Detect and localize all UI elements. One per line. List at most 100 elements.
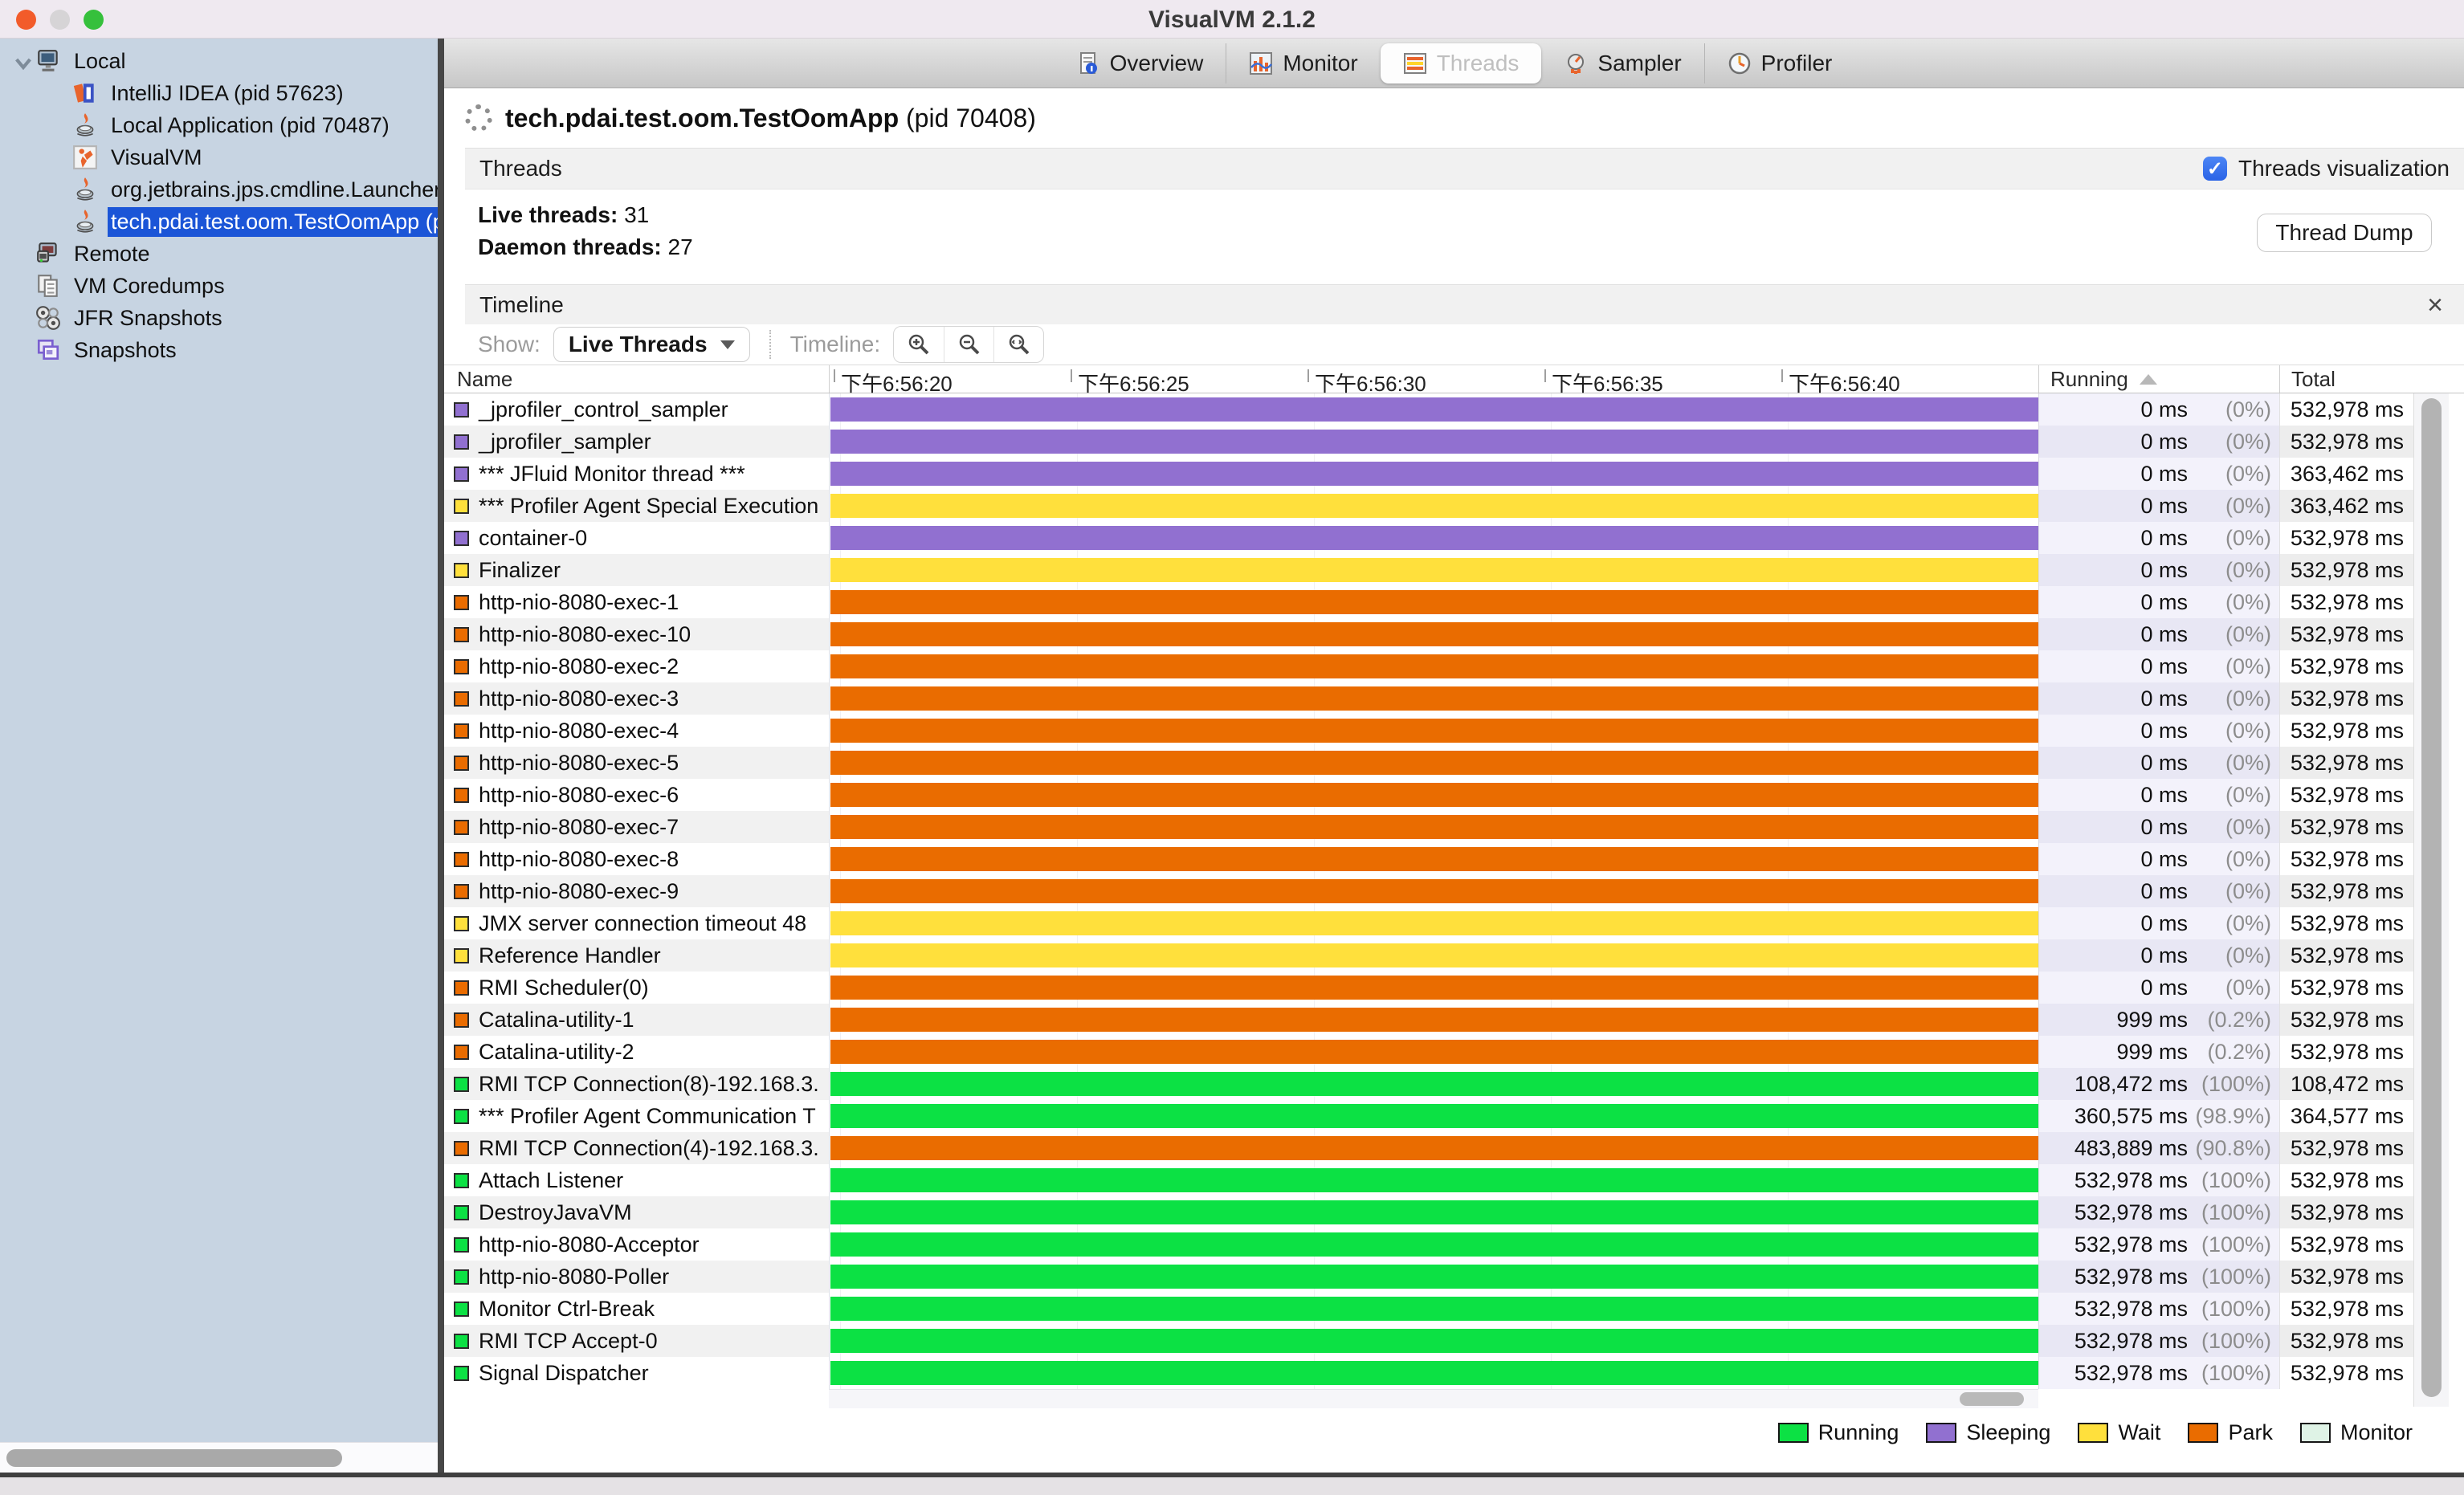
table-row[interactable]: RMI Scheduler(0)0 ms(0%)532,978 ms bbox=[444, 972, 2413, 1004]
thread-total-cell: 532,978 ms bbox=[2279, 426, 2413, 458]
table-row[interactable]: http-nio-8080-Acceptor532,978 ms(100%)53… bbox=[444, 1228, 2413, 1261]
tab-threads[interactable]: Threads bbox=[1381, 43, 1542, 84]
thread-name-cell: _jprofiler_control_sampler bbox=[444, 393, 829, 426]
threads-visualization-group: ✓ Threads visualization bbox=[2203, 156, 2450, 181]
sidebar-item[interactable]: IntelliJ IDEA (pid 57623) bbox=[0, 77, 438, 109]
thread-running-cell: 532,978 ms(100%) bbox=[2038, 1196, 2279, 1228]
tab-monitor[interactable]: Monitor bbox=[1226, 43, 1380, 84]
table-row[interactable]: http-nio-8080-exec-40 ms(0%)532,978 ms bbox=[444, 715, 2413, 747]
thread-state-icon bbox=[454, 691, 469, 707]
sidebar-item[interactable]: VM Coredumps bbox=[0, 270, 438, 302]
vertical-scrollbar-thumb[interactable] bbox=[2421, 398, 2442, 1397]
total-value: 532,978 ms bbox=[2291, 590, 2404, 615]
table-row[interactable]: *** Profiler Agent Communication T360,57… bbox=[444, 1100, 2413, 1132]
java-icon bbox=[72, 177, 98, 202]
table-row[interactable]: http-nio-8080-exec-90 ms(0%)532,978 ms bbox=[444, 875, 2413, 907]
column-header-name[interactable]: Name bbox=[444, 365, 829, 393]
thread-name-label: Signal Dispatcher bbox=[479, 1361, 649, 1386]
table-row[interactable]: JMX server connection timeout 480 ms(0%)… bbox=[444, 907, 2413, 939]
thread-name-label: RMI TCP Connection(8)-192.168.3. bbox=[479, 1072, 819, 1097]
column-header-timeline[interactable]: 下午6:56:20下午6:56:25下午6:56:30下午6:56:35下午6:… bbox=[829, 365, 2038, 393]
thread-state-bar bbox=[830, 1232, 2038, 1257]
table-row[interactable]: Catalina-utility-1999 ms(0.2%)532,978 ms bbox=[444, 1004, 2413, 1036]
sidebar-item[interactable]: VisualVM bbox=[0, 141, 438, 173]
table-row[interactable]: Reference Handler0 ms(0%)532,978 ms bbox=[444, 939, 2413, 972]
table-row[interactable]: *** Profiler Agent Special Execution0 ms… bbox=[444, 490, 2413, 522]
table-vertical-scrollbar[interactable] bbox=[2413, 393, 2449, 1407]
table-row[interactable]: Signal Dispatcher532,978 ms(100%)532,978… bbox=[444, 1357, 2413, 1389]
table-row[interactable]: RMI TCP Accept-0532,978 ms(100%)532,978 … bbox=[444, 1325, 2413, 1357]
table-row[interactable]: http-nio-8080-exec-70 ms(0%)532,978 ms bbox=[444, 811, 2413, 843]
thread-name-cell: DestroyJavaVM bbox=[444, 1196, 829, 1228]
table-row[interactable]: http-nio-8080-exec-10 ms(0%)532,978 ms bbox=[444, 586, 2413, 618]
sidebar-item[interactable]: JFR Snapshots bbox=[0, 302, 438, 334]
show-threads-dropdown[interactable]: Live Threads bbox=[553, 327, 750, 362]
thread-name-label: Attach Listener bbox=[479, 1168, 623, 1193]
application-header: tech.pdai.test.oom.TestOomApp (pid 70408… bbox=[444, 88, 2464, 148]
table-row[interactable]: http-nio-8080-Poller532,978 ms(100%)532,… bbox=[444, 1261, 2413, 1293]
zoom-in-button[interactable] bbox=[894, 327, 944, 362]
table-row[interactable]: *** JFluid Monitor thread ***0 ms(0%)363… bbox=[444, 458, 2413, 490]
table-row[interactable]: RMI TCP Connection(8)-192.168.3.108,472 … bbox=[444, 1068, 2413, 1100]
thread-dump-button[interactable]: Thread Dump bbox=[2257, 214, 2432, 252]
horizontal-scrollbar-thumb[interactable] bbox=[1960, 1392, 2024, 1406]
thread-running-cell: 0 ms(0%) bbox=[2038, 618, 2279, 650]
table-row[interactable]: Finalizer0 ms(0%)532,978 ms bbox=[444, 554, 2413, 586]
table-row[interactable]: Monitor Ctrl-Break532,978 ms(100%)532,97… bbox=[444, 1293, 2413, 1325]
table-row[interactable]: http-nio-8080-exec-80 ms(0%)532,978 ms bbox=[444, 843, 2413, 875]
threads-visualization-checkbox[interactable]: ✓ bbox=[2203, 157, 2227, 181]
thread-state-bar bbox=[830, 943, 2038, 967]
sidebar-item[interactable]: org.jetbrains.jps.cmdline.Launcher ( bbox=[0, 173, 438, 206]
thread-name-label: RMI TCP Accept-0 bbox=[479, 1329, 658, 1354]
thread-running-cell: 0 ms(0%) bbox=[2038, 490, 2279, 522]
table-row[interactable]: container-00 ms(0%)532,978 ms bbox=[444, 522, 2413, 554]
tab-sampler[interactable]: Sampler bbox=[1541, 43, 1703, 84]
zoom-out-button[interactable] bbox=[944, 327, 993, 362]
table-row[interactable]: DestroyJavaVM532,978 ms(100%)532,978 ms bbox=[444, 1196, 2413, 1228]
tab-threads-label: Threads bbox=[1437, 51, 1520, 76]
page-title: tech.pdai.test.oom.TestOomApp (pid 70408… bbox=[505, 104, 1036, 133]
table-row[interactable]: http-nio-8080-exec-20 ms(0%)532,978 ms bbox=[444, 650, 2413, 682]
table-row[interactable]: RMI TCP Connection(4)-192.168.3.483,889 … bbox=[444, 1132, 2413, 1164]
thread-state-icon bbox=[454, 499, 469, 514]
legend-item: Monitor bbox=[2300, 1420, 2413, 1445]
chevron-down-icon[interactable] bbox=[11, 51, 35, 71]
column-header-total[interactable]: Total bbox=[2279, 365, 2413, 393]
thread-timeline-cell bbox=[829, 1036, 2038, 1068]
zoom-fit-button[interactable] bbox=[993, 327, 1043, 362]
thread-running-cell: 0 ms(0%) bbox=[2038, 393, 2279, 426]
table-row[interactable]: Attach Listener532,978 ms(100%)532,978 m… bbox=[444, 1164, 2413, 1196]
column-header-running[interactable]: Running bbox=[2038, 365, 2279, 393]
sidebar-item[interactable]: tech.pdai.test.oom.TestOomApp (pi bbox=[0, 206, 438, 238]
thread-name-cell: http-nio-8080-Acceptor bbox=[444, 1228, 829, 1261]
table-row[interactable]: Catalina-utility-2999 ms(0.2%)532,978 ms bbox=[444, 1036, 2413, 1068]
running-percent: (100%) bbox=[2188, 1361, 2271, 1386]
tab-profiler[interactable]: Profiler bbox=[1704, 43, 1855, 84]
table-row[interactable]: http-nio-8080-exec-30 ms(0%)532,978 ms bbox=[444, 682, 2413, 715]
table-row[interactable]: http-nio-8080-exec-100 ms(0%)532,978 ms bbox=[444, 618, 2413, 650]
timeline-horizontal-scrollbar[interactable] bbox=[829, 1389, 2038, 1408]
sidebar-item[interactable]: Local bbox=[0, 45, 438, 77]
thread-running-cell: 532,978 ms(100%) bbox=[2038, 1325, 2279, 1357]
thread-state-bar bbox=[830, 1168, 2038, 1192]
zoom-in-icon bbox=[907, 332, 931, 356]
legend-item: Park bbox=[2188, 1420, 2273, 1445]
sidebar-item-label: VisualVM bbox=[108, 143, 438, 173]
running-percent: (0%) bbox=[2188, 526, 2271, 551]
sidebar-item[interactable]: Local Application (pid 70487) bbox=[0, 109, 438, 141]
sidebar-item[interactable]: Remote bbox=[0, 238, 438, 270]
table-row[interactable]: http-nio-8080-exec-50 ms(0%)532,978 ms bbox=[444, 747, 2413, 779]
threads-visualization-label: Threads visualization bbox=[2238, 156, 2450, 181]
sidebar-item[interactable]: Snapshots bbox=[0, 334, 438, 366]
thread-name-cell: RMI TCP Accept-0 bbox=[444, 1325, 829, 1357]
sidebar-horizontal-scrollbar[interactable] bbox=[0, 1442, 438, 1473]
table-row[interactable]: _jprofiler_control_sampler0 ms(0%)532,97… bbox=[444, 393, 2413, 426]
sidebar-scrollbar-thumb[interactable] bbox=[6, 1449, 342, 1467]
tab-overview[interactable]: Overview bbox=[1054, 43, 1226, 84]
total-value: 532,978 ms bbox=[2291, 1008, 2404, 1033]
running-percent: (0%) bbox=[2188, 943, 2271, 968]
timeline-close-icon[interactable]: × bbox=[2421, 291, 2450, 319]
table-row[interactable]: _jprofiler_sampler0 ms(0%)532,978 ms bbox=[444, 426, 2413, 458]
table-row[interactable]: http-nio-8080-exec-60 ms(0%)532,978 ms bbox=[444, 779, 2413, 811]
total-value: 532,978 ms bbox=[2291, 911, 2404, 936]
